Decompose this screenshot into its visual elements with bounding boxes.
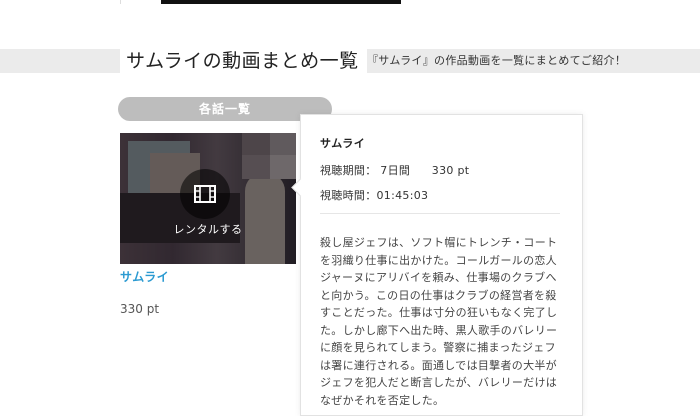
video-player-bottom — [161, 0, 401, 4]
rent-button-circle[interactable] — [180, 169, 230, 219]
popup-viewing-duration: 視聴時間：01:45:03 — [320, 187, 428, 203]
viewing-period-value: 7日間 — [380, 164, 411, 177]
popup-title: サムライ — [320, 137, 366, 150]
popup-synopsis: 殺し屋ジェフは、ソフト帽にトレンチ・コートを羽織り仕事に出かけた。コールガールの… — [320, 236, 558, 407]
video-price: 330 pt — [120, 302, 160, 316]
top-divider — [120, 0, 121, 4]
popup-viewing-period: 視聴期間： 7日間 330 pt — [320, 162, 469, 178]
viewing-period-price: 330 pt — [431, 164, 470, 177]
video-detail-popup: サムライ 視聴期間： 7日間 330 pt 視聴時間：01:45:03 殺し屋ジ… — [291, 114, 583, 416]
viewing-period-label: 視聴期間： — [320, 164, 377, 177]
popup-divider — [320, 213, 560, 214]
viewing-duration-label: 視聴時間： — [320, 189, 377, 202]
video-thumbnail[interactable]: レンタルする — [120, 133, 296, 264]
page-title: サムライの動画まとめ一覧 — [120, 47, 367, 75]
rent-label[interactable]: レンタルする — [120, 221, 296, 237]
film-icon — [194, 185, 216, 203]
video-title-link[interactable]: サムライ — [120, 268, 169, 285]
page-subtitle: 『サムライ』の作品動画を一覧にまとめてご紹介！ — [367, 54, 627, 67]
viewing-duration-value: 01:45:03 — [376, 189, 429, 202]
